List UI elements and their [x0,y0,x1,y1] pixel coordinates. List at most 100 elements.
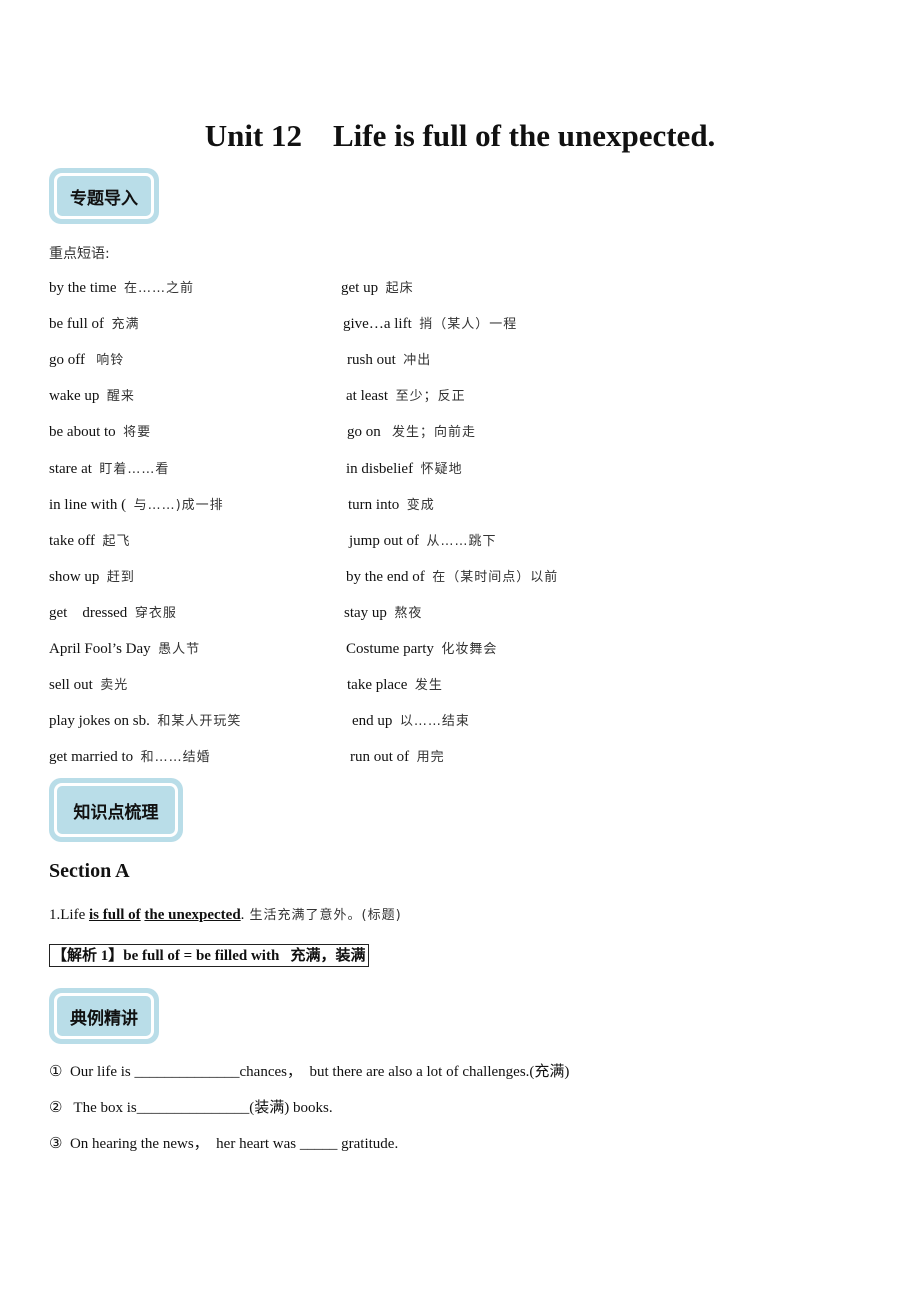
badge-examples-label: 典例精讲 [54,993,154,1039]
phrase-row: wake up 醒来 [49,386,135,407]
phrase-row: by the time 在……之前 [49,278,194,299]
page-title: Unit 12 Life is full of the unexpected. [204,118,716,153]
analysis-box: 【解析 1】be full of = be filled with 充满，装满 [49,944,369,967]
phrase-row: be about to 将要 [49,422,151,443]
phrase-row: get dressed 穿衣服 [49,603,177,624]
phrase-chinese: 从……跳下 [426,533,497,549]
phrase-row: show up 赶到 [49,567,135,588]
phrase-row: run out of 用完 [350,747,445,768]
phrase-english: sell out [49,677,93,694]
phrase-row: by the end of 在（某时间点）以前 [346,567,558,588]
phrase-english: by the time [49,280,117,296]
phrase-english: stay up [344,604,387,621]
phrase-row: in disbelief 怀疑地 [346,459,463,480]
phrase-row: rush out 冲出 [347,350,431,371]
phrase-row: stare at 盯着……看 [49,459,169,480]
phrase-row: go off 响铃 [49,350,124,371]
phrase-chinese: 起床 [385,281,414,296]
phrase-row: take place 发生 [347,675,443,696]
phrase-chinese: 化妆舞会 [441,642,498,657]
phrase-row: get married to 和……结婚 [49,747,211,768]
phrase-chinese: 响铃 [96,353,125,369]
example-3: ③ On hearing the news， her heart was ___… [49,1134,398,1154]
phrase-chinese: 起飞 [102,533,131,549]
phrase-english: in disbelief [346,460,414,477]
phrase-english: April Fool’s Day [49,641,151,657]
phrase-row: turn into 变成 [348,495,435,516]
phrase-english: get married to [49,749,134,766]
phrase-chinese: 在……之前 [124,281,195,296]
phrase-chinese: 用完 [416,750,445,766]
phrase-chinese: 捎（某人）一程 [419,317,518,333]
phrase-english: be full of [49,316,104,333]
phrase-chinese: 与……)成一排 [133,497,224,513]
phrase-english: end up [352,713,393,730]
phrase-chinese: 将要 [123,425,152,441]
phrase-row: play jokes on sb. 和某人开玩笑 [49,711,241,732]
example-2: ② The box is_______________(装满) books. [49,1098,333,1118]
phrase-english: take place [347,677,408,694]
point-1-translation: 生活充满了意外。(标题) [244,908,402,923]
phrase-english: at least [346,388,389,405]
phrase-row: go on 发生；向前走 [347,422,476,443]
point-1-object: the unexpected [144,907,241,923]
phrase-english: give…a lift [343,316,412,333]
phrase-english: be about to [49,424,116,441]
phrase-english: turn into [348,496,400,513]
phrase-chinese: 变成 [406,497,435,513]
badge-knowledge-label: 知识点梳理 [54,783,178,837]
phrase-row: sell out 卖光 [49,675,128,696]
phrase-row: April Fool’s Day 愚人节 [49,639,200,660]
phrase-row: get up 起床 [341,278,414,299]
phrase-chinese: 冲出 [403,353,432,369]
phrase-english: get up [341,280,379,296]
phrase-chinese: 卖光 [100,678,129,694]
phrase-chinese: 至少；反正 [395,389,466,405]
phrase-row: in line with ( 与……)成一排 [49,495,224,516]
phrase-english: go off [49,352,89,369]
phrase-chinese: 熬夜 [394,605,423,621]
phrase-chinese: 发生 [414,678,443,694]
phrase-english: stare at [49,460,92,477]
phrase-row: give…a lift 捎（某人）一程 [343,314,517,335]
example-1: ① Our life is ______________chances， but… [49,1062,569,1082]
badge-intro: 专题导入 [49,168,159,224]
point-1: 1.Life is full of the unexpected. 生活充满了意… [49,905,402,926]
badge-examples: 典例精讲 [49,988,159,1044]
phrase-english: Costume party [346,641,434,657]
phrase-chinese: 和某人开玩笑 [157,714,242,730]
phrase-english: by the end of [346,568,425,585]
phrase-chinese: 愚人节 [158,642,201,657]
phrase-row: take off 起飞 [49,531,130,552]
phrase-english: in line with ( [49,496,127,513]
phrase-row: stay up 熬夜 [344,603,422,624]
phrase-chinese: 醒来 [106,389,135,405]
phrase-english: play jokes on sb. [49,713,150,730]
phrase-row: at least 至少；反正 [346,386,466,407]
example-2-number: ② [49,1100,63,1116]
phrase-row: jump out of 从……跳下 [349,531,497,552]
phrase-row: Costume party 化妆舞会 [346,639,497,660]
phrase-english: wake up [49,388,100,405]
phrase-chinese: 盯着……看 [99,461,170,477]
phrase-english: show up [49,568,100,585]
section-title: Section A [49,860,130,882]
point-1-key-phrase: is full of [88,907,141,923]
phrase-chinese: 充满 [111,317,140,333]
phrase-english: run out of [350,749,410,766]
phrase-row: be full of 充满 [49,314,140,335]
example-1-text: Our life is ______________chances， but t… [69,1064,570,1080]
phrases-label: 重点短语: [49,246,110,262]
example-1-number: ① [49,1064,63,1080]
phrase-chinese: 和……结婚 [140,750,211,766]
example-3-number: ③ [49,1136,63,1152]
phrase-chinese: 穿衣服 [134,605,177,621]
badge-knowledge: 知识点梳理 [49,778,183,842]
phrase-row: end up 以……结束 [352,711,470,732]
phrase-chinese: 赶到 [106,569,135,585]
phrase-english: rush out [347,352,396,369]
phrase-english: take off [49,532,95,549]
example-3-text: On hearing the news， her heart was _____… [69,1136,399,1152]
phrase-chinese: 在（某时间点）以前 [432,569,559,585]
phrase-english: jump out of [349,532,419,549]
